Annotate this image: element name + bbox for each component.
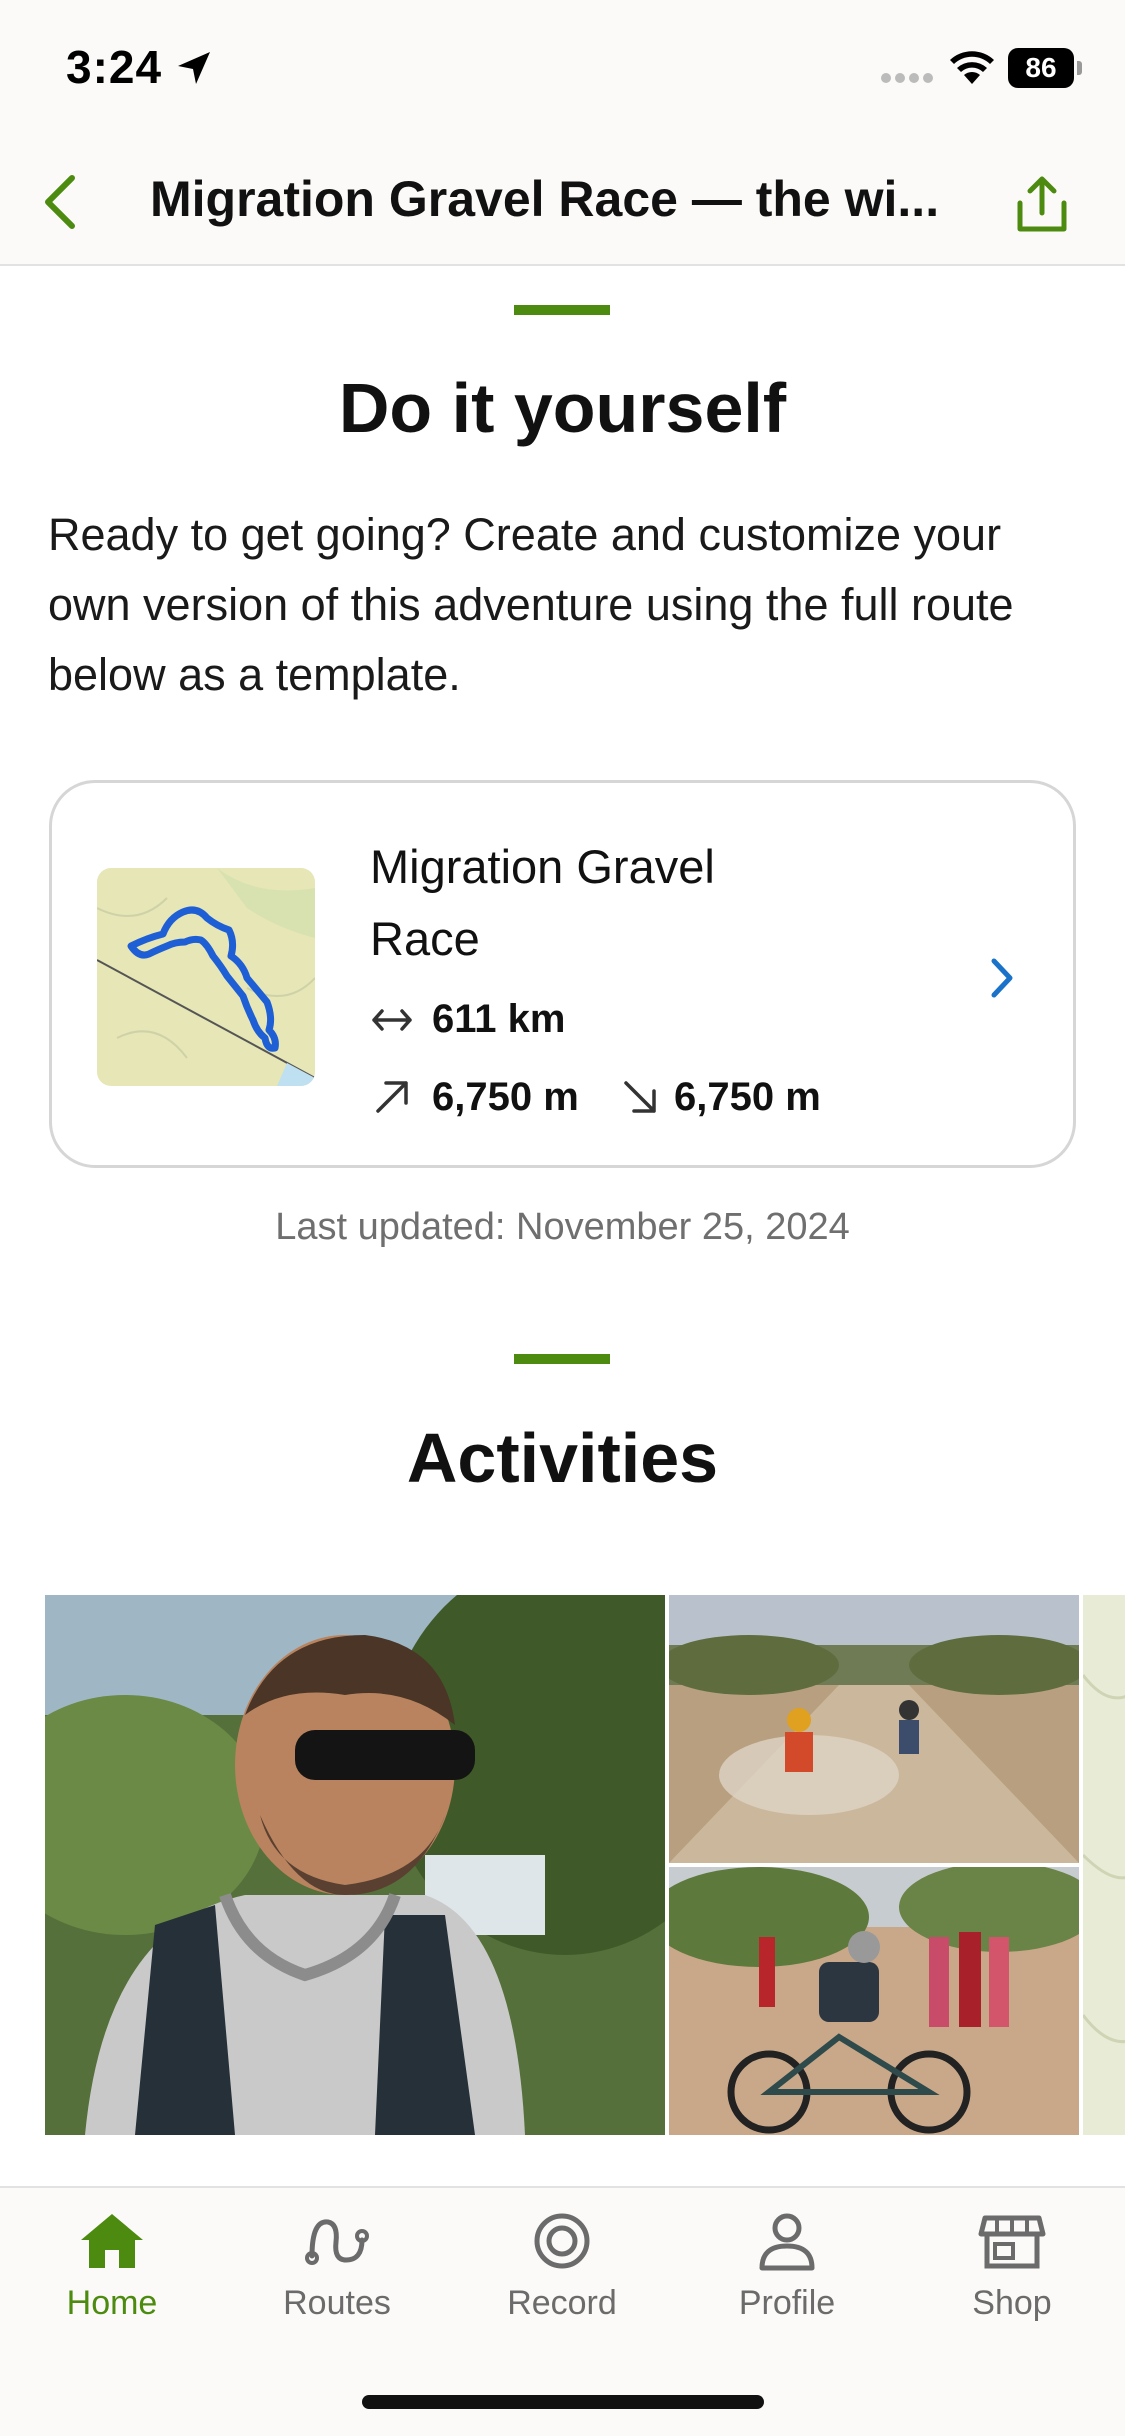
tab-home[interactable]: Home: [12, 2210, 212, 2350]
share-icon: [1017, 176, 1067, 232]
activities-heading: Activities: [406, 1419, 719, 1497]
shop-icon: [978, 2215, 1046, 2269]
route-name: Migration Gravel Race: [370, 840, 715, 965]
location-arrow-icon: [178, 52, 210, 84]
battery-level: 86: [1008, 48, 1074, 88]
descent-icon: [624, 1081, 656, 1113]
profile-icon: [759, 2213, 815, 2271]
activity-photo-cyclist-village[interactable]: [669, 1867, 1079, 2135]
nav-header: Migration Gravel Race — the wi...: [0, 140, 1125, 266]
tab-routes[interactable]: Routes: [237, 2210, 437, 2350]
home-icon: [81, 2214, 143, 2268]
diy-intro: Ready to get going? Create and customize…: [48, 509, 1014, 700]
distance-icon: [372, 1009, 412, 1031]
tab-shop[interactable]: Shop: [912, 2210, 1112, 2350]
wifi-icon: [950, 51, 994, 84]
status-bar: 3:24 86: [0, 0, 1125, 140]
back-button[interactable]: [20, 162, 100, 242]
share-button[interactable]: [1002, 164, 1082, 244]
route-descent: 6,750 m: [674, 1075, 821, 1119]
home-indicator: [362, 2395, 764, 2409]
diy-heading: Do it yourself: [338, 369, 787, 447]
activities-photo-grid: [45, 1595, 1125, 2135]
route-distance: 611 km: [432, 997, 566, 1041]
activity-photo-gravel-road[interactable]: [669, 1595, 1079, 1863]
tab-label: Record: [507, 2284, 617, 2322]
ascent-icon: [376, 1081, 408, 1113]
last-updated: Last updated: November 25, 2024: [275, 1206, 850, 1248]
tab-label: Routes: [283, 2284, 391, 2322]
activity-map-tile[interactable]: [1083, 1595, 1125, 2135]
tab-label: Profile: [738, 2284, 836, 2322]
route-card[interactable]: Migration Gravel Race 611 km 6,750 m 6,7…: [49, 780, 1076, 1168]
activity-photo-rider-portrait[interactable]: [45, 1595, 665, 2135]
record-icon: [534, 2213, 590, 2269]
chevron-left-icon: [45, 175, 75, 229]
tab-record[interactable]: Record: [462, 2210, 662, 2350]
tab-label: Home: [66, 2284, 158, 2322]
tab-label: Shop: [972, 2284, 1052, 2322]
battery-icon: 86: [1008, 48, 1082, 88]
status-time: 3:24: [66, 41, 163, 93]
route-ascent: 6,750 m: [432, 1075, 579, 1119]
page-title: Migration Gravel Race — the wi...: [150, 171, 940, 227]
routes-icon: [305, 2219, 369, 2265]
chevron-right-icon: [991, 958, 1013, 998]
tab-profile[interactable]: Profile: [687, 2210, 887, 2350]
section-divider: [514, 1354, 610, 1364]
route-map-thumbnail: [97, 868, 315, 1086]
section-divider: [514, 305, 610, 315]
signal-icon: [881, 73, 933, 83]
